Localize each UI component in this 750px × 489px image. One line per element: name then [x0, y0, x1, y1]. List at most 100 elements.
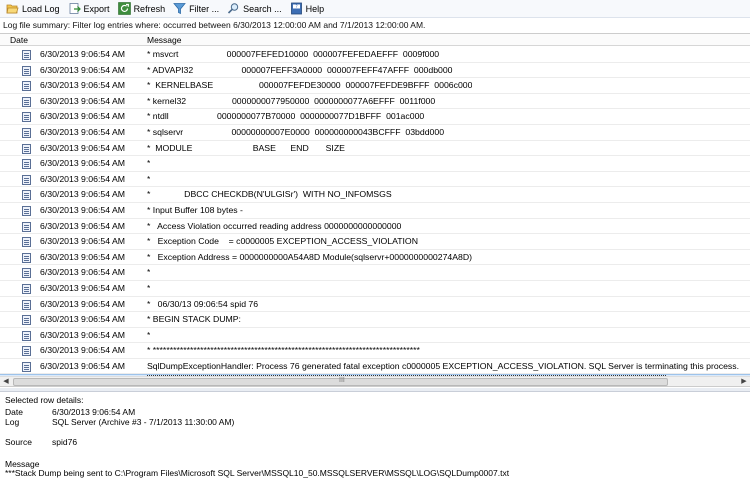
row-date: 6/30/2013 9:06:54 AM: [40, 298, 126, 309]
log-entry-icon: [22, 361, 31, 372]
table-row[interactable]: 6/30/2013 9:06:54 AM * ******************…: [0, 343, 750, 359]
row-message: * Exception Address = 0000000000A54A8D M…: [147, 251, 473, 262]
grid-header: Date Message: [0, 34, 750, 46]
row-message: * Input Buffer 108 bytes -: [147, 204, 243, 215]
log-entry-icon: [22, 81, 31, 92]
source-value: spid76: [52, 437, 78, 447]
log-entry-icon: [22, 50, 31, 60]
load-log-button[interactable]: Load Log: [3, 1, 63, 17]
log-entry-icon: [22, 221, 31, 232]
table-row[interactable]: 6/30/2013 9:06:54 AM * Input Buffer 108 b…: [0, 203, 750, 219]
row-message: * Access Violation occurred reading addr…: [147, 220, 402, 231]
table-row[interactable]: 6/30/2013 9:06:54 AM * Exception Address …: [0, 250, 750, 266]
toolbar: Load Log Export Refresh Filter ... Searc…: [0, 0, 750, 18]
row-message: * KERNELBASE 000007FEFDE30000 000007FEFD…: [147, 80, 473, 91]
row-message: * ADVAPI32 000007FEFF3A0000 000007FEFF47…: [147, 64, 453, 75]
log-entry-icon: [22, 330, 31, 341]
log-rows: 6/30/2013 9:06:54 AM * msvcrt 000007FEFED…: [0, 47, 750, 377]
scrollbar-thumb[interactable]: III: [13, 377, 668, 386]
export-label: Export: [83, 3, 110, 14]
refresh-button[interactable]: Refresh: [115, 1, 169, 17]
row-date: 6/30/2013 9:06:54 AM: [40, 282, 126, 293]
row-message: * kernel32 0000000077950000 0000000077A6…: [147, 95, 436, 106]
row-message: *: [147, 173, 151, 184]
table-row[interactable]: 6/30/2013 9:06:54 AM * BEGIN STACK DUMP:: [0, 312, 750, 328]
log-entry-icon: [22, 190, 31, 201]
row-message: * **************************************…: [147, 345, 420, 356]
table-row[interactable]: 6/30/2013 9:06:54 AM *: [0, 172, 750, 188]
details-title: Selected row details:: [5, 395, 84, 405]
row-message: *: [147, 329, 151, 340]
table-row[interactable]: 6/30/2013 9:06:54 AM *: [0, 265, 750, 281]
log-label: Log: [5, 417, 20, 427]
scroll-left-arrow-icon[interactable]: ◀: [1, 377, 11, 387]
log-entry-icon: [22, 143, 31, 154]
log-entry-icon: [22, 237, 31, 248]
row-date: 6/30/2013 9:06:54 AM: [40, 111, 126, 122]
row-date: 6/30/2013 9:06:54 AM: [40, 142, 126, 153]
log-entry-icon: [22, 174, 31, 185]
row-date: 6/30/2013 9:06:54 AM: [40, 314, 126, 325]
log-entry-icon: [22, 346, 31, 357]
search-button[interactable]: Search ...: [224, 1, 285, 17]
log-value: SQL Server (Archive #3 - 7/1/2013 11:30:…: [52, 417, 235, 427]
row-date: 6/30/2013 9:06:54 AM: [40, 80, 126, 91]
export-icon: [68, 2, 81, 15]
table-row[interactable]: 6/30/2013 9:06:54 AM * ntdll 0000000077B7…: [0, 109, 750, 125]
help-label: Help: [305, 3, 325, 14]
date-label: Date: [5, 407, 23, 417]
row-date: 6/30/2013 9:06:54 AM: [40, 49, 126, 59]
column-header-date[interactable]: Date: [10, 34, 28, 46]
table-row[interactable]: 6/30/2013 9:06:54 AM * 06/30/13 09:06:54 …: [0, 297, 750, 313]
export-button[interactable]: Export: [65, 1, 113, 17]
row-message: * 06/30/13 09:06:54 spid 76: [147, 298, 259, 309]
log-entry-icon: [22, 96, 31, 107]
column-header-message[interactable]: Message: [147, 34, 182, 46]
table-row[interactable]: 6/30/2013 9:06:54 AM * DBCC CHECKDB(N'ULG…: [0, 187, 750, 203]
log-entry-icon: [22, 268, 31, 279]
log-entry-icon: [22, 252, 31, 263]
table-row[interactable]: 6/30/2013 9:06:54 AM * kernel32 000000007…: [0, 94, 750, 110]
table-row[interactable]: 6/30/2013 9:06:54 AM * MODULE BASE END SI…: [0, 141, 750, 157]
filter-funnel-icon: [173, 2, 186, 15]
scrollbar-grip: III: [339, 377, 345, 384]
log-entry-icon: [22, 65, 31, 76]
table-row[interactable]: 6/30/2013 9:06:54 AM *: [0, 156, 750, 172]
row-message: *: [147, 282, 151, 293]
table-row[interactable]: 6/30/2013 9:06:54 AM * sqlservr 000000000…: [0, 125, 750, 141]
table-row[interactable]: 6/30/2013 9:06:54 AM * Exception Code = c…: [0, 234, 750, 250]
table-row[interactable]: 6/30/2013 9:06:54 AM * KERNELBASE 000007F…: [0, 78, 750, 94]
svg-text:?: ?: [295, 4, 297, 9]
row-date: 6/30/2013 9:06:54 AM: [40, 95, 126, 106]
table-row[interactable]: 6/30/2013 9:06:54 AM SqlDumpExceptionHand…: [0, 359, 750, 375]
row-message: * BEGIN STACK DUMP:: [147, 314, 241, 325]
date-value: 6/30/2013 9:06:54 AM: [52, 407, 136, 417]
row-message: SqlDumpExceptionHandler: Process 76 gene…: [147, 360, 739, 371]
row-message: * sqlservr 00000000007E0000 000000000043…: [147, 126, 445, 137]
filter-button[interactable]: Filter ...: [170, 1, 222, 17]
row-date: 6/30/2013 9:06:54 AM: [40, 189, 126, 200]
row-date: 6/30/2013 9:06:54 AM: [40, 173, 126, 184]
row-message: * DBCC CHECKDB(N'ULGISr') WITH NO_INFOMS…: [147, 189, 392, 200]
table-row[interactable]: 6/30/2013 9:06:54 AM * ADVAPI32 000007FEF…: [0, 63, 750, 79]
row-date: 6/30/2013 9:06:54 AM: [40, 64, 126, 75]
row-date: 6/30/2013 9:06:54 AM: [40, 236, 126, 247]
load-log-label: Load Log: [22, 3, 60, 14]
log-entry-icon: [22, 299, 31, 310]
row-date: 6/30/2013 9:06:54 AM: [40, 267, 126, 278]
selected-row-details: Selected row details: Date 6/30/2013 9:0…: [0, 393, 750, 489]
scroll-right-arrow-icon[interactable]: ▶: [739, 377, 749, 387]
row-message: *: [147, 158, 151, 169]
log-entry-icon: [22, 159, 31, 170]
row-message: *: [147, 267, 151, 278]
table-row[interactable]: 6/30/2013 9:06:54 AM *: [0, 328, 750, 344]
horizontal-scrollbar[interactable]: ◀ III ▶: [0, 376, 750, 387]
pane-splitter[interactable]: [0, 388, 750, 392]
log-entry-icon: [22, 127, 31, 138]
table-row[interactable]: 6/30/2013 9:06:54 AM * Access Violation o…: [0, 219, 750, 235]
help-button[interactable]: ? Help: [287, 1, 328, 17]
log-entry-icon: [22, 205, 31, 216]
table-row[interactable]: 6/30/2013 9:06:54 AM * msvcrt 000007FEFED…: [0, 47, 750, 63]
table-row[interactable]: 6/30/2013 9:06:54 AM *: [0, 281, 750, 297]
log-grid[interactable]: Date Message 6/30/2013 9:06:54 AM * msvcr…: [0, 33, 750, 377]
